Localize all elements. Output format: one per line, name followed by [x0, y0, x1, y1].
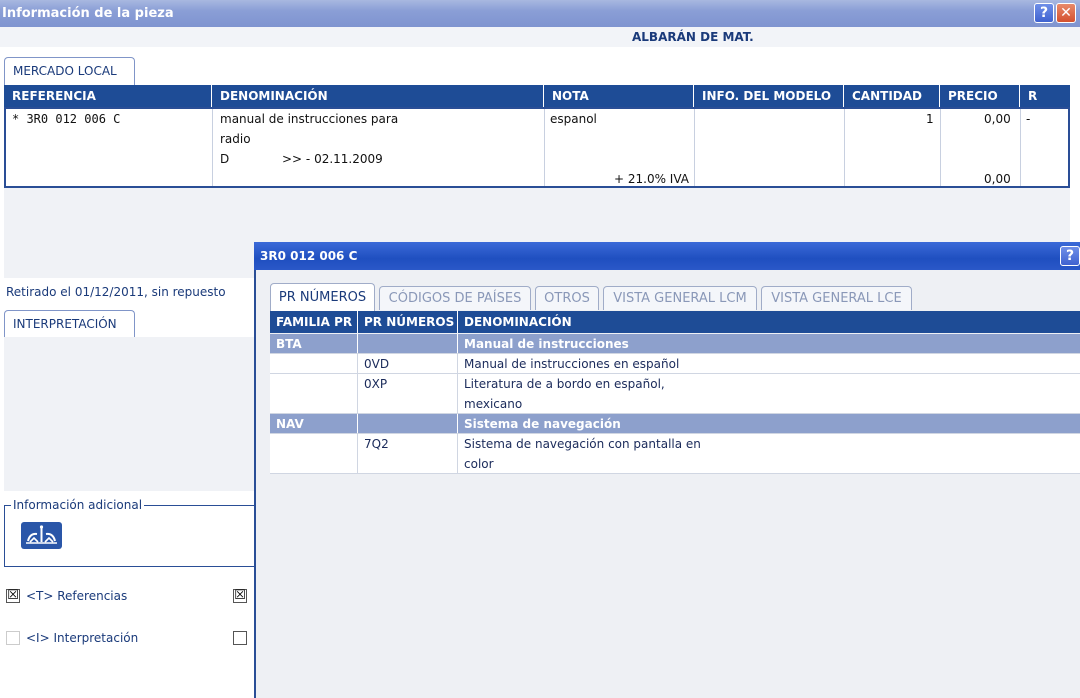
dialog-help-icon[interactable]: ?	[1060, 246, 1080, 266]
pr-table-header: FAMILIA PR PR NÚMEROS DENOMINACIÓN	[270, 311, 1080, 333]
col-familia-pr[interactable]: FAMILIA PR	[270, 311, 358, 333]
albaran-label: ALBARÁN DE MAT.	[632, 30, 754, 44]
cell-cantidad: 1	[926, 112, 934, 126]
col-pr-numeros[interactable]: PR NÚMEROS	[358, 311, 458, 333]
table-row[interactable]: 7Q2 Sistema de navegación con pantalla e…	[270, 434, 1080, 474]
tab-otros[interactable]: OTROS	[535, 286, 599, 310]
col-nota[interactable]: NOTA	[544, 85, 694, 107]
cell-den-cont: mexicano	[464, 397, 523, 411]
model-icon	[26, 525, 57, 544]
info-adicional-legend: Información adicional	[11, 498, 145, 512]
cell-den: Manual de instrucciones	[464, 337, 629, 351]
cell-den: Sistema de navegación	[464, 417, 621, 431]
tab-vista-lce[interactable]: VISTA GENERAL LCE	[761, 286, 912, 310]
cell-precio-total: 0,00	[984, 172, 1011, 186]
close-icon[interactable]: ✕	[1056, 3, 1076, 23]
interpretacion-label: <I> Interpretación	[26, 631, 139, 645]
table-row[interactable]: 0VD Manual de instrucciones en español	[270, 354, 1080, 374]
cell-den: Literatura de a bordo en español,	[464, 377, 665, 391]
cell-pr: 0XP	[358, 374, 458, 413]
col-denominacion[interactable]: DENOMINACIÓN	[212, 85, 544, 107]
cell-pr	[358, 414, 458, 433]
tab-vista-lcm[interactable]: VISTA GENERAL LCM	[603, 286, 757, 310]
cell-pr: 0VD	[358, 354, 458, 373]
parts-grid-header: REFERENCIA DENOMINACIÓN NOTA INFO. DEL M…	[4, 85, 1070, 107]
col-info-modelo[interactable]: INFO. DEL MODELO	[694, 85, 844, 107]
cell-referencia: * 3R0 012 006 C	[12, 112, 121, 126]
col-divider	[544, 109, 545, 186]
tab-pr-numeros[interactable]: PR NÚMEROS	[270, 283, 375, 311]
cell-denominacion-line2: radio	[220, 132, 251, 146]
table-row[interactable]: BTA Manual de instrucciones	[270, 334, 1080, 354]
cell-pr	[358, 334, 458, 353]
window-titlebar: Información de la pieza ? ✕	[0, 0, 1080, 27]
tab-mercado-local[interactable]: MERCADO LOCAL	[4, 57, 135, 85]
cell-iva: + 21.0% IVA	[614, 172, 689, 186]
cell-denominacion-date: >> - 02.11.2009	[282, 152, 383, 166]
cell-pr: 7Q2	[358, 434, 458, 473]
header-band	[0, 27, 1080, 47]
cell-precio: 0,00	[984, 112, 1011, 126]
interpretacion-checkbox[interactable]	[6, 631, 20, 645]
cell-denominacion-line1: manual de instrucciones para	[220, 112, 399, 126]
window-title: Información de la pieza	[2, 6, 174, 21]
parts-grid-row[interactable]: * 3R0 012 006 C manual de instrucciones …	[4, 107, 1070, 188]
info-button[interactable]	[21, 522, 62, 549]
tab-interpretacion[interactable]: INTERPRETACIÓN	[4, 310, 135, 337]
tab-codigos-paises[interactable]: CÓDIGOS DE PAÍSES	[379, 286, 531, 310]
cell-den: Sistema de navegación con pantalla en	[464, 437, 701, 451]
cell-r: -	[1026, 112, 1031, 126]
interpretacion-panel	[4, 337, 254, 491]
referencias-checkbox-right[interactable]: ☒	[233, 589, 247, 603]
cell-denominacion-code: D	[220, 152, 230, 166]
status-retirado: Retirado el 01/12/2011, sin repuesto	[6, 285, 226, 299]
referencias-label: <T> Referencias	[26, 589, 128, 603]
col-divider	[1020, 109, 1021, 186]
col-divider	[940, 109, 941, 186]
cell-familia: NAV	[270, 414, 358, 433]
col-divider	[694, 109, 695, 186]
dialog-title: 3R0 012 006 C	[260, 249, 358, 263]
interpretacion-checkbox-right[interactable]	[233, 631, 247, 645]
referencias-checkbox[interactable]: ☒	[6, 589, 20, 603]
col-cantidad[interactable]: CANTIDAD	[844, 85, 940, 107]
cell-familia	[270, 434, 358, 473]
col-r[interactable]: R	[1020, 85, 1070, 107]
cell-den: Manual de instrucciones en español	[464, 357, 680, 371]
col-divider	[212, 109, 213, 186]
cell-familia	[270, 354, 358, 373]
col-precio[interactable]: PRECIO	[940, 85, 1020, 107]
table-row[interactable]: 0XP Literatura de a bordo en español, me…	[270, 374, 1080, 414]
dialog-titlebar: 3R0 012 006 C ?	[254, 242, 1080, 270]
col-referencia[interactable]: REFERENCIA	[4, 85, 212, 107]
help-icon[interactable]: ?	[1034, 3, 1054, 23]
col-denominacion-pr[interactable]: DENOMINACIÓN	[458, 311, 1080, 333]
cell-den-cont: color	[464, 457, 494, 471]
cell-familia: BTA	[270, 334, 358, 353]
cell-familia	[270, 374, 358, 413]
cell-nota: espanol	[550, 112, 597, 126]
table-row[interactable]: NAV Sistema de navegación	[270, 414, 1080, 434]
col-divider	[844, 109, 845, 186]
